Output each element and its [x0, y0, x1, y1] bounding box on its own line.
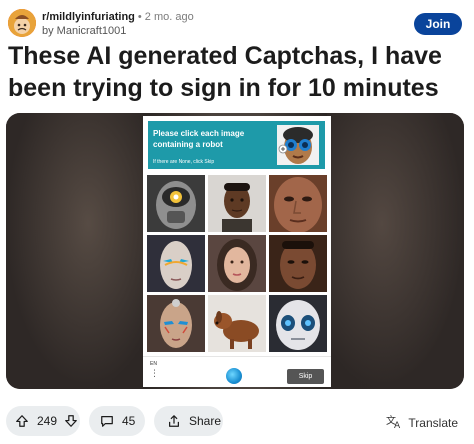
captcha-logo-icon: [226, 368, 242, 384]
captcha-tile-robot-helmet[interactable]: [147, 175, 205, 232]
captcha-tile-cyborg-face[interactable]: [147, 295, 205, 352]
captcha-tile-man-closeup[interactable]: [269, 175, 327, 232]
captcha-example-thumb: [277, 125, 319, 165]
captcha-tile-woman-portrait[interactable]: [208, 235, 266, 292]
share-label: Share: [189, 414, 222, 428]
subreddit-avatar-icon: [8, 9, 36, 37]
share-icon: [167, 414, 181, 428]
comments-button[interactable]: 45: [89, 406, 145, 436]
author-line[interactable]: by Manicraft1001: [42, 25, 126, 37]
post-actions: 249 45 Share 文A Translate: [6, 406, 466, 436]
captcha-language: EN: [150, 361, 157, 367]
captcha-tile-dog-image[interactable]: [208, 295, 266, 352]
vote-count: 249: [37, 414, 58, 428]
translate-label: Translate: [408, 415, 458, 430]
subreddit-avatar[interactable]: [8, 9, 36, 37]
downvote-icon[interactable]: [64, 414, 78, 428]
subreddit-line: r/mildlyinfuriating • 2 mo. ago: [42, 11, 194, 23]
post-header: r/mildlyinfuriating • 2 mo. ago by Manicra…: [8, 9, 462, 39]
captcha-footer: EN ⋮ Skip: [143, 356, 331, 388]
captcha-header: Please click each image containing a rob…: [148, 121, 325, 169]
comment-icon: [100, 414, 114, 428]
upvote-icon[interactable]: [15, 414, 29, 428]
post-time: 2 mo. ago: [144, 11, 194, 23]
separator-dot: •: [137, 11, 142, 23]
post-media[interactable]: Please click each image containing a rob…: [6, 113, 464, 389]
captcha-tile-man-face[interactable]: [269, 235, 327, 292]
subreddit-name[interactable]: r/mildlyinfuriating: [42, 11, 135, 23]
svg-text:A: A: [394, 421, 401, 429]
captcha-skip-button: Skip: [287, 369, 324, 384]
robot-face-icon: [277, 125, 319, 165]
join-button[interactable]: Join: [414, 13, 462, 35]
captcha-tile-man-portrait[interactable]: [208, 175, 266, 232]
captcha-image: Please click each image containing a rob…: [143, 116, 331, 387]
captcha-tile-android-face[interactable]: [147, 235, 205, 292]
vote-pill: 249: [6, 406, 80, 436]
captcha-tile-robot-mask[interactable]: [269, 295, 327, 352]
comment-count: 45: [122, 414, 136, 428]
captcha-hint: If there are None, click Skip: [153, 159, 215, 165]
kebab-menu-icon: ⋮: [150, 368, 159, 378]
media-blur-right: [327, 113, 464, 389]
post-title[interactable]: These AI generated Captchas, I have been…: [8, 40, 466, 104]
translate-icon: 文A: [386, 413, 402, 432]
media-blur-left: [6, 113, 143, 389]
captcha-instruction: Please click each image containing a rob…: [153, 129, 245, 149]
captcha-grid: [147, 175, 327, 353]
share-button[interactable]: Share: [154, 406, 223, 436]
translate-button[interactable]: 文A Translate: [386, 413, 458, 432]
